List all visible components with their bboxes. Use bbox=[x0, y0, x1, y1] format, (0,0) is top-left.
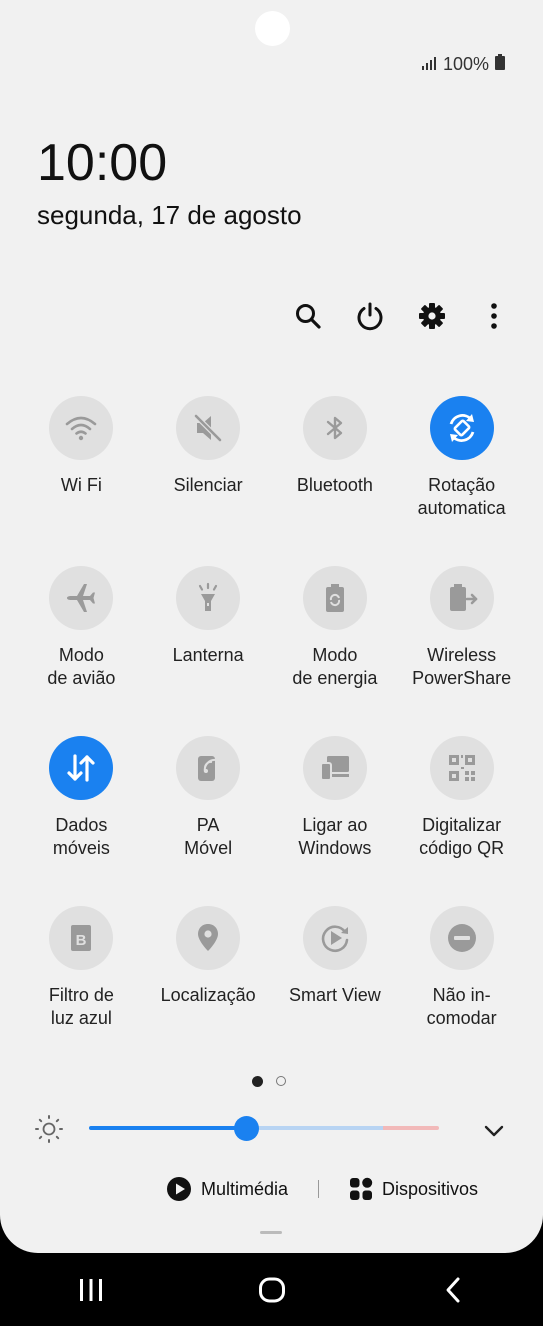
power-icon bbox=[357, 302, 383, 331]
home-icon bbox=[258, 1277, 285, 1302]
smart-view-icon[interactable] bbox=[302, 906, 367, 970]
expand-button[interactable] bbox=[479, 1116, 509, 1146]
tile-label: Digitalizar código QR bbox=[419, 815, 505, 858]
back-button[interactable] bbox=[362, 1253, 543, 1326]
devices-label: Dispositivos bbox=[382, 1178, 479, 1199]
back-icon bbox=[446, 1277, 459, 1302]
power-button[interactable] bbox=[352, 298, 388, 334]
devices-icon bbox=[350, 1177, 373, 1200]
link-to-windows-icon[interactable] bbox=[302, 736, 367, 800]
tile-flashlight[interactable]: Lanterna bbox=[145, 566, 272, 736]
panel-toolbar bbox=[290, 298, 512, 334]
tile-link-to-windows[interactable]: Ligar ao Windows bbox=[272, 736, 399, 906]
search-icon bbox=[296, 304, 321, 329]
tile-power-mode[interactable]: Modo de energia bbox=[272, 566, 399, 736]
power-mode-icon[interactable] bbox=[302, 566, 367, 630]
multimedia-button[interactable]: Multimédia bbox=[166, 1176, 288, 1202]
tile-bluetooth[interactable]: Bluetooth bbox=[272, 396, 399, 566]
svg-text:B: B bbox=[76, 932, 87, 949]
chevron-down-icon bbox=[484, 1125, 504, 1137]
tile-label: Localização bbox=[160, 985, 256, 1005]
battery-percentage: 100% bbox=[442, 54, 489, 74]
tile-qr-code[interactable]: Digitalizar código QR bbox=[398, 736, 525, 906]
tile-mobile-data[interactable]: Dados móveis bbox=[18, 736, 145, 906]
status-bar: 100% bbox=[421, 54, 505, 75]
tile-label: Lanterna bbox=[172, 645, 244, 665]
tile-label: Wireless PowerShare bbox=[412, 645, 512, 688]
signal-icon bbox=[421, 54, 437, 75]
settings-icon bbox=[419, 303, 445, 329]
search-button[interactable] bbox=[290, 298, 326, 334]
clock-date: segunda, 17 de agosto bbox=[37, 200, 302, 230]
page-dot-inactive[interactable] bbox=[276, 1076, 286, 1086]
auto-rotate-icon[interactable] bbox=[429, 396, 494, 460]
devices-button[interactable]: Dispositivos bbox=[349, 1177, 478, 1201]
recent-apps-button[interactable] bbox=[0, 1253, 181, 1326]
tile-mute[interactable]: Silenciar bbox=[145, 396, 272, 566]
navigation-bar bbox=[0, 1253, 543, 1326]
qr-code-icon[interactable] bbox=[429, 736, 494, 800]
tile-auto-rotate[interactable]: Rotação automatica bbox=[398, 396, 525, 566]
tile-label: Filtro de luz azul bbox=[48, 985, 114, 1028]
tile-hotspot[interactable]: PA Móvel bbox=[145, 736, 272, 906]
page-dot-active[interactable] bbox=[252, 1076, 263, 1087]
recent-apps-icon bbox=[79, 1278, 102, 1301]
tile-smart-view[interactable]: Smart View bbox=[272, 906, 399, 1076]
clock-time: 10:00 bbox=[37, 134, 168, 192]
flashlight-icon[interactable] bbox=[176, 566, 241, 630]
play-icon bbox=[167, 1177, 191, 1201]
more-options-icon bbox=[491, 303, 497, 329]
home-button[interactable] bbox=[181, 1253, 362, 1326]
tile-location[interactable]: Localização bbox=[145, 906, 272, 1076]
mute-icon[interactable] bbox=[176, 396, 241, 460]
multimedia-label: Multimédia bbox=[201, 1178, 289, 1199]
tile-airplane[interactable]: Modo de avião bbox=[18, 566, 145, 736]
tile-label: Bluetooth bbox=[296, 475, 373, 495]
tile-label: Modo de energia bbox=[292, 645, 378, 688]
settings-button[interactable] bbox=[414, 298, 450, 334]
tile-label: Silenciar bbox=[173, 475, 243, 495]
tile-label: PA Móvel bbox=[184, 815, 233, 858]
tile-do-not-disturb[interactable]: Não in- comodar bbox=[398, 906, 525, 1076]
page-indicator bbox=[252, 1076, 286, 1087]
tile-label: Ligar ao Windows bbox=[298, 815, 372, 858]
brightness-icon bbox=[35, 1115, 63, 1143]
tile-label: Modo de avião bbox=[47, 645, 116, 688]
media-devices-row: Multimédia Dispositivos bbox=[166, 1176, 478, 1202]
tile-label: Rotação automatica bbox=[417, 475, 506, 518]
brightness-control bbox=[34, 1112, 509, 1144]
quick-panel: 100% 10:00 segunda, 17 de agosto Wi Fi S… bbox=[0, 0, 543, 1253]
wireless-powershare-icon[interactable] bbox=[429, 566, 494, 630]
panel-drag-handle[interactable] bbox=[260, 1231, 282, 1234]
tile-label: Wi Fi bbox=[60, 475, 102, 495]
brightness-slider[interactable] bbox=[89, 1126, 439, 1130]
brightness-slider-thumb[interactable] bbox=[234, 1116, 259, 1141]
tile-label: Dados móveis bbox=[52, 815, 110, 858]
blue-light-filter-icon[interactable]: B bbox=[49, 906, 114, 970]
tile-wifi[interactable]: Wi Fi bbox=[18, 396, 145, 566]
divider bbox=[318, 1180, 320, 1198]
tile-label: Não in- comodar bbox=[426, 985, 497, 1028]
front-camera bbox=[255, 11, 290, 46]
do-not-disturb-icon[interactable] bbox=[429, 906, 494, 970]
battery-icon bbox=[495, 54, 505, 75]
tile-blue-light-filter[interactable]: B Filtro de luz azul bbox=[18, 906, 145, 1076]
wifi-icon[interactable] bbox=[49, 396, 114, 460]
tile-wireless-powershare[interactable]: Wireless PowerShare bbox=[398, 566, 525, 736]
more-options-button[interactable] bbox=[476, 298, 512, 334]
bluetooth-icon[interactable] bbox=[302, 396, 367, 460]
quick-settings-grid: Wi Fi Silenciar Bluetooth Rotação automatic… bbox=[18, 396, 525, 1076]
location-icon[interactable] bbox=[176, 906, 241, 970]
airplane-icon[interactable] bbox=[49, 566, 114, 630]
tile-label: Smart View bbox=[289, 985, 381, 1005]
hotspot-icon[interactable] bbox=[176, 736, 241, 800]
mobile-data-icon[interactable] bbox=[49, 736, 114, 800]
